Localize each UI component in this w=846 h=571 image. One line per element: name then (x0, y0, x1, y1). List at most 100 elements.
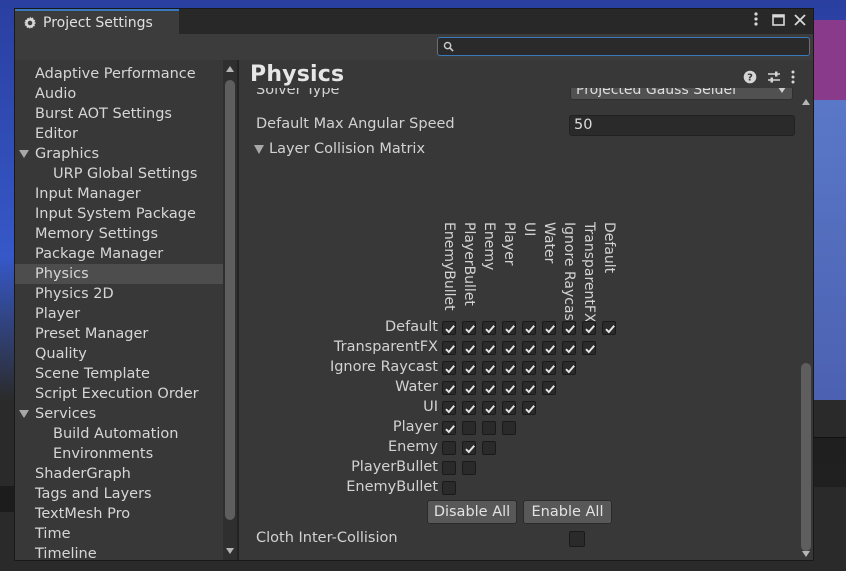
search-input[interactable] (458, 38, 803, 55)
collision-checkbox[interactable] (462, 401, 476, 415)
sidebar-scroll-thumb[interactable] (225, 80, 235, 520)
collision-checkbox[interactable] (482, 321, 496, 335)
collision-checkbox[interactable] (462, 381, 476, 395)
collision-checkbox[interactable] (522, 321, 536, 335)
search-field[interactable] (437, 37, 810, 56)
collision-checkbox[interactable] (502, 421, 516, 435)
collision-checkbox[interactable] (542, 341, 556, 355)
sidebar-item-quality[interactable]: Quality (15, 344, 223, 364)
collision-checkbox[interactable] (582, 321, 596, 335)
help-icon[interactable]: ? (743, 70, 757, 84)
foldout-arrow-icon[interactable] (19, 150, 29, 158)
collision-checkbox[interactable] (562, 341, 576, 355)
collision-checkbox[interactable] (442, 401, 456, 415)
kebab-menu-icon[interactable] (747, 11, 765, 31)
collision-checkbox[interactable] (582, 341, 596, 355)
collision-checkbox[interactable] (522, 381, 536, 395)
sidebar-item-package-manager[interactable]: Package Manager (15, 244, 223, 264)
cloth-inter-collision-checkbox[interactable] (569, 531, 585, 547)
sidebar-item-label: Tags and Layers (35, 486, 152, 502)
sidebar-item-shadergraph[interactable]: ShaderGraph (15, 464, 223, 484)
collision-checkbox[interactable] (562, 361, 576, 375)
sidebar-item-input-manager[interactable]: Input Manager (15, 184, 223, 204)
foldout-arrow-icon[interactable] (19, 410, 29, 418)
collision-checkbox[interactable] (482, 361, 496, 375)
collision-checkbox[interactable] (462, 461, 476, 475)
foldout-arrow-icon[interactable] (254, 145, 264, 154)
sidebar-item-physics[interactable]: Physics (15, 264, 223, 284)
collision-checkbox[interactable] (502, 381, 516, 395)
collision-checkbox[interactable] (502, 341, 516, 355)
sidebar-item-label: Build Automation (53, 426, 179, 442)
collision-checkbox[interactable] (522, 361, 536, 375)
collision-checkbox[interactable] (462, 341, 476, 355)
sidebar-item-tags-and-layers[interactable]: Tags and Layers (15, 484, 223, 504)
scroll-down-icon[interactable] (226, 548, 234, 554)
sidebar-item-label: Services (35, 406, 97, 422)
sidebar-item-script-execution-order[interactable]: Script Execution Order (15, 384, 223, 404)
collision-checkbox[interactable] (442, 481, 456, 495)
main-scroll-thumb[interactable] (801, 363, 811, 551)
collision-checkbox[interactable] (462, 441, 476, 455)
collision-checkbox[interactable] (462, 421, 476, 435)
sidebar-item-player[interactable]: Player (15, 304, 223, 324)
collision-checkbox[interactable] (442, 421, 456, 435)
collision-checkbox[interactable] (442, 461, 456, 475)
collision-checkbox[interactable] (542, 321, 556, 335)
collision-checkbox[interactable] (482, 341, 496, 355)
sidebar-item-services[interactable]: Services (15, 404, 223, 424)
sidebar-item-editor[interactable]: Editor (15, 124, 223, 144)
sidebar-item-scene-template[interactable]: Scene Template (15, 364, 223, 384)
collision-checkbox[interactable] (442, 361, 456, 375)
sidebar-item-input-system-package[interactable]: Input System Package (15, 204, 223, 224)
solver-type-dropdown[interactable]: Projected Gauss Seidel (570, 88, 793, 100)
sidebar-item-graphics[interactable]: Graphics (15, 144, 223, 164)
collision-checkbox[interactable] (602, 321, 616, 335)
collision-checkbox[interactable] (522, 341, 536, 355)
max-angular-speed-field[interactable]: 50 (569, 115, 795, 136)
sidebar-scrollbar[interactable] (223, 60, 237, 560)
sidebar-item-label: Input System Package (35, 206, 196, 222)
scroll-up-icon[interactable] (226, 66, 234, 72)
collision-checkbox[interactable] (482, 401, 496, 415)
close-icon[interactable] (791, 11, 809, 31)
scroll-up-icon[interactable] (802, 99, 810, 105)
collision-checkbox[interactable] (442, 441, 456, 455)
enable-all-button[interactable]: Enable All (523, 500, 612, 524)
collision-checkbox[interactable] (442, 321, 456, 335)
sidebar-item-textmesh-pro[interactable]: TextMesh Pro (15, 504, 223, 524)
sidebar-item-build-automation[interactable]: Build Automation (15, 424, 223, 444)
collision-checkbox[interactable] (462, 321, 476, 335)
collision-checkbox[interactable] (482, 441, 496, 455)
sidebar-item-memory-settings[interactable]: Memory Settings (15, 224, 223, 244)
sidebar-item-adaptive-performance[interactable]: Adaptive Performance (15, 64, 223, 84)
preset-sliders-icon[interactable] (767, 70, 781, 84)
collision-checkbox[interactable] (462, 361, 476, 375)
window-tab[interactable]: Project Settings (15, 9, 179, 34)
collision-checkbox[interactable] (482, 381, 496, 395)
sidebar-item-burst-aot-settings[interactable]: Burst AOT Settings (15, 104, 223, 124)
sidebar-item-preset-manager[interactable]: Preset Manager (15, 324, 223, 344)
collision-checkbox[interactable] (562, 321, 576, 335)
sidebar-item-time[interactable]: Time (15, 524, 223, 544)
sidebar-item-timeline[interactable]: Timeline (15, 544, 223, 560)
collision-matrix-label[interactable]: Layer Collision Matrix (269, 141, 425, 157)
maximize-icon[interactable] (769, 11, 787, 31)
collision-checkbox[interactable] (542, 361, 556, 375)
collision-checkbox[interactable] (482, 421, 496, 435)
collision-checkbox[interactable] (542, 381, 556, 395)
disable-all-button[interactable]: Disable All (427, 500, 517, 524)
collision-checkbox[interactable] (502, 321, 516, 335)
collision-checkbox[interactable] (442, 381, 456, 395)
collision-checkbox[interactable] (502, 401, 516, 415)
collision-checkbox[interactable] (522, 401, 536, 415)
sidebar-item-environments[interactable]: Environments (15, 444, 223, 464)
sidebar-item-urp-global-settings[interactable]: URP Global Settings (15, 164, 223, 184)
kebab-menu-icon[interactable] (791, 70, 805, 84)
collision-checkbox[interactable] (442, 341, 456, 355)
sidebar-item-audio[interactable]: Audio (15, 84, 223, 104)
scroll-down-icon[interactable] (802, 551, 810, 557)
main-scrollbar[interactable] (799, 93, 813, 563)
sidebar-item-physics-2d[interactable]: Physics 2D (15, 284, 223, 304)
collision-checkbox[interactable] (502, 361, 516, 375)
